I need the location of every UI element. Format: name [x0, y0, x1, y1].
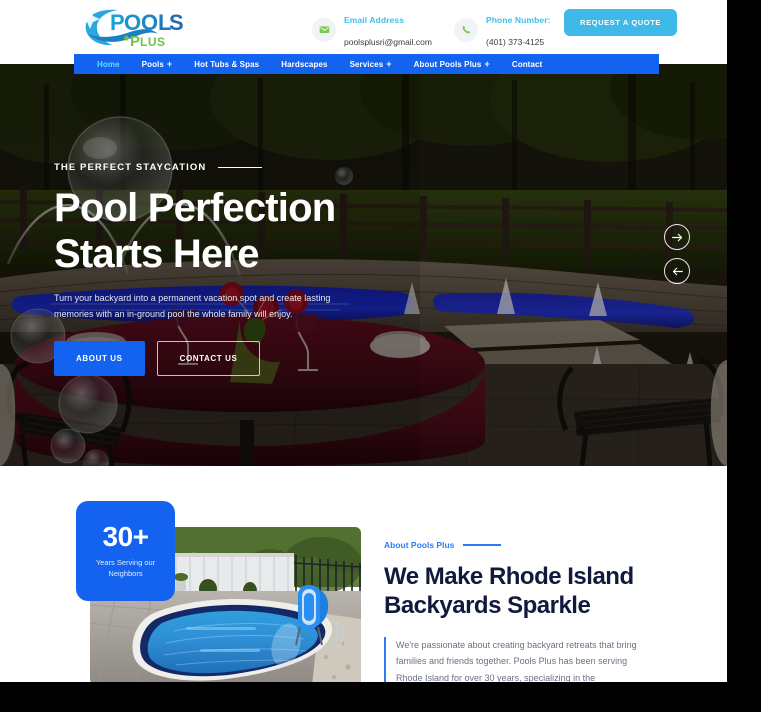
about-eyebrow-divider — [463, 544, 502, 546]
svg-text:O: O — [141, 10, 158, 35]
phone-icon — [454, 17, 478, 42]
hero-contact-us-button[interactable]: CONTACT US — [156, 340, 261, 376]
about-text-block: About Pools Plus We Make Rhode Island Ba… — [384, 540, 684, 682]
nav-item-hot-tubs-spas[interactable]: Hot Tubs & Spas — [183, 60, 270, 69]
contact-info-group: Email Address poolsplusri@gmail.com Phon… — [312, 8, 551, 51]
about-eyebrow-row: About Pools Plus — [384, 540, 684, 550]
hero-subtitle: Turn your backyard into a permanent vaca… — [54, 293, 331, 319]
hero-button-group: ABOUT US CONTACT US — [54, 340, 384, 376]
nav-item-about-pools-plus[interactable]: About Pools Plus + — [403, 58, 501, 69]
nav-item-pools[interactable]: Pools + — [131, 58, 184, 69]
email-label: Email Address — [344, 15, 405, 25]
chevron-plus-icon: + — [484, 58, 490, 69]
years-badge-caption-line1: Years Serving our — [95, 557, 156, 567]
nav-label: Home — [97, 59, 120, 69]
website-page: P O O L S P LUS Email Address poolsplusr… — [0, 0, 727, 682]
about-title-line1: We Make Rhode Island — [384, 563, 634, 590]
nav-label: Hot Tubs & Spas — [194, 59, 260, 69]
phone-contact-item[interactable]: Phone Number: (401) 373-4125 — [454, 8, 551, 51]
phone-label: Phone Number: — [486, 15, 551, 25]
phone-value[interactable]: (401) 373-4125 — [486, 37, 544, 47]
svg-text:S: S — [169, 10, 184, 35]
svg-text:P: P — [130, 33, 141, 50]
nav-item-contact[interactable]: Contact — [501, 60, 553, 69]
years-badge-caption: Years Serving our Neighbors — [88, 557, 163, 580]
hero-slider-controls — [664, 224, 690, 284]
chevron-plus-icon: + — [386, 58, 392, 69]
slider-prev-button[interactable] — [664, 258, 690, 284]
nav-item-hardscapes[interactable]: Hardscapes — [270, 60, 338, 69]
nav-label: About Pools Plus — [413, 59, 482, 69]
about-quote: We're passionate about creating backyard… — [384, 636, 654, 682]
hero-title-line2: Starts Here — [54, 232, 259, 276]
email-value[interactable]: poolsplusri@gmail.com — [344, 37, 432, 47]
slider-next-button[interactable] — [664, 224, 690, 250]
nav-item-services[interactable]: Services + — [339, 58, 403, 69]
hero-section: THE PERFECT STAYCATION Pool Perfection S… — [0, 64, 727, 466]
years-badge-number: 30+ — [102, 520, 150, 552]
envelope-icon — [312, 17, 336, 42]
request-quote-button[interactable]: REQUEST A QUOTE — [564, 9, 677, 36]
nav-label: Contact — [511, 59, 543, 69]
hero-about-us-button[interactable]: ABOUT US — [54, 340, 145, 376]
nav-label: Services — [349, 59, 384, 69]
svg-text:P: P — [110, 10, 124, 35]
hero-title-line1: Pool Perfection — [54, 186, 336, 230]
chevron-plus-icon: + — [166, 58, 173, 69]
top-bar: P O O L S P LUS Email Address poolsplusr… — [0, 0, 727, 54]
hero-eyebrow-divider — [218, 166, 263, 169]
hero-content: THE PERFECT STAYCATION Pool Perfection S… — [54, 162, 384, 376]
main-navigation: Home Pools + Hot Tubs & Spas Hardscapes … — [74, 54, 659, 74]
years-badge-caption-line2: Neighbors — [108, 569, 143, 578]
svg-text:O: O — [124, 10, 141, 35]
years-badge: 30+ Years Serving our Neighbors — [76, 501, 175, 601]
about-title: We Make Rhode Island Backyards Sparkle — [384, 562, 684, 621]
hero-eyebrow: THE PERFECT STAYCATION — [54, 162, 207, 173]
hero-title: Pool Perfection Starts Here — [54, 185, 384, 277]
svg-text:LUS: LUS — [140, 35, 166, 49]
nav-item-home[interactable]: Home — [86, 60, 131, 69]
email-contact-item[interactable]: Email Address poolsplusri@gmail.com — [312, 8, 432, 51]
about-title-line2: Backyards Sparkle — [384, 592, 591, 620]
hero-eyebrow-row: THE PERFECT STAYCATION — [54, 162, 384, 173]
site-logo[interactable]: P O O L S P LUS — [78, 4, 198, 50]
about-eyebrow: About Pools Plus — [384, 540, 455, 550]
arrow-right-icon — [671, 233, 682, 241]
arrow-left-icon — [672, 267, 683, 275]
nav-label: Pools — [141, 59, 164, 69]
nav-label: Hardscapes — [281, 59, 328, 69]
